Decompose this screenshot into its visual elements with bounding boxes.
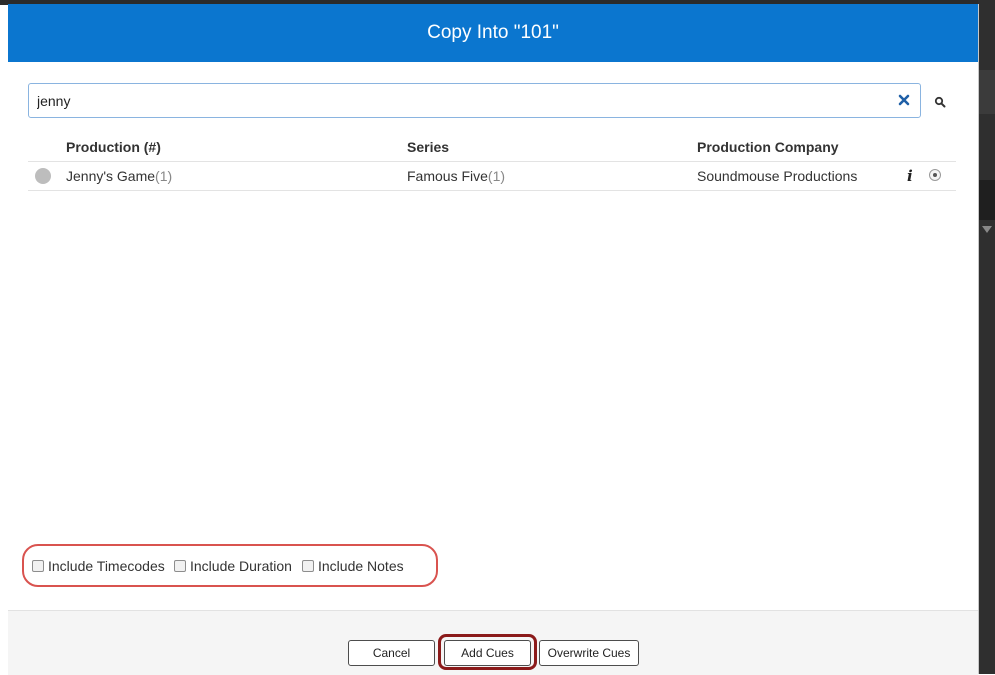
- include-notes-label: Include Notes: [318, 558, 404, 574]
- column-header-production-company: Production Company: [697, 139, 839, 155]
- background-strip-block: [978, 180, 995, 220]
- overwrite-cues-button[interactable]: Overwrite Cues: [539, 640, 639, 666]
- cancel-button[interactable]: Cancel: [348, 640, 435, 666]
- include-options-group: Include Timecodes Include Duration Inclu…: [22, 544, 438, 587]
- status-dot-icon: [35, 168, 51, 184]
- background-strip-arrow-icon: [982, 226, 992, 233]
- include-timecodes-label: Include Timecodes: [48, 558, 165, 574]
- series-cell: Famous Five(1): [407, 168, 505, 184]
- results-table-header: Production (#) Series Production Company: [28, 135, 956, 162]
- background-page-strip: [978, 0, 995, 674]
- search-input[interactable]: [37, 89, 887, 112]
- include-notes-checkbox[interactable]: [302, 560, 314, 572]
- production-count: (1): [155, 168, 173, 184]
- copy-into-dialog: Copy Into "101" Production (#) Series Pr…: [8, 4, 979, 675]
- dialog-footer: Cancel Add Cues Overwrite Cues: [8, 610, 978, 675]
- add-cues-button[interactable]: Add Cues: [444, 640, 531, 666]
- series-name: Famous Five: [407, 168, 488, 184]
- production-cell: Jenny's Game(1): [66, 168, 172, 184]
- search-field[interactable]: [28, 83, 921, 118]
- table-row[interactable]: Jenny's Game(1) Famous Five(1) Soundmous…: [28, 161, 956, 191]
- info-icon[interactable]: i: [907, 167, 913, 185]
- production-name: Jenny's Game: [66, 168, 156, 184]
- background-strip-block: [978, 70, 995, 114]
- column-header-production: Production (#): [66, 139, 161, 155]
- dialog-header: Copy Into "101": [8, 4, 978, 62]
- series-count: (1): [487, 168, 506, 184]
- include-duration-option[interactable]: Include Duration: [174, 558, 292, 574]
- include-timecodes-option[interactable]: Include Timecodes: [32, 558, 165, 574]
- select-radio[interactable]: [929, 169, 941, 181]
- include-notes-option[interactable]: Include Notes: [302, 558, 404, 574]
- include-timecodes-checkbox[interactable]: [32, 560, 44, 572]
- include-duration-checkbox[interactable]: [174, 560, 186, 572]
- column-header-series: Series: [407, 139, 450, 155]
- dialog-title: Copy Into "101": [427, 22, 559, 43]
- production-company-cell: Soundmouse Productions: [697, 168, 858, 184]
- close-icon[interactable]: [897, 93, 911, 107]
- search-icon[interactable]: [934, 96, 946, 108]
- include-duration-label: Include Duration: [190, 558, 292, 574]
